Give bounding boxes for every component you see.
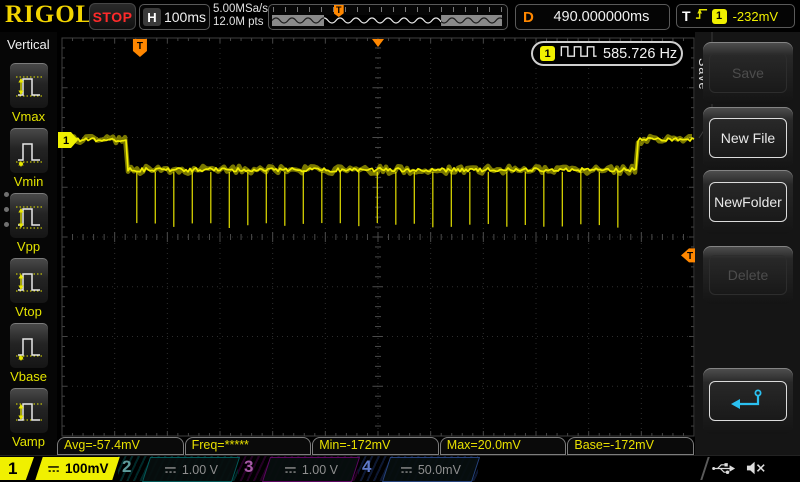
memory-depth: 12.0M pts [213, 16, 264, 28]
sidebar-item-label: Vmin [13, 174, 44, 189]
run-state-indicator: STOP [89, 3, 136, 30]
memory-position-bar: T [268, 4, 508, 30]
sidebar-item-label: Vamp [12, 434, 45, 449]
delay-label: D [523, 8, 534, 26]
channel-4-scale-badge[interactable]: 50.0mV [381, 457, 481, 482]
save-button-label: Save [709, 53, 787, 93]
square-wave-icon [560, 45, 598, 63]
sidebar-item-label: Vtop [15, 304, 42, 319]
timebase-value: 100ms [163, 9, 207, 25]
scope-grid: 1 T T [58, 37, 696, 437]
sidebar-title: Vertical [7, 37, 50, 52]
horizontal-timebase: H 100ms [139, 4, 210, 30]
channel-2-scale-badge[interactable]: 1.00 V [141, 457, 241, 482]
dc-coupling-icon [284, 466, 297, 474]
vtop-icon [8, 257, 49, 304]
channel-3-indicator[interactable]: 3 [244, 457, 253, 477]
sidebar-item-label: Vpp [16, 239, 41, 254]
dc-coupling-icon [400, 466, 413, 474]
channel-1-scale: 100mV [64, 461, 109, 476]
sidebar-item-vamp[interactable]: Vamp [0, 387, 57, 451]
channel-1-indicator[interactable]: 1 [0, 457, 34, 480]
new-folder-button[interactable]: NewFolder [703, 170, 793, 234]
vbase-icon [8, 322, 49, 369]
scope-display: 1 T T 1 585.726 Hz Avg=-57.4mV Freq=***** … [57, 32, 696, 455]
freq-value: 585.726 Hz [603, 45, 678, 62]
save-menu: Save Save New File NewFolder Delete [695, 32, 800, 455]
sample-rate: 5.00MSa/s [213, 3, 268, 15]
measurement-freq: Freq=***** [184, 437, 312, 455]
channel-4-scale: 50.0mV [418, 462, 462, 477]
usb-icon [712, 461, 736, 481]
channel-2-scale: 1.00 V [181, 462, 219, 477]
measurement-avg: Avg=-57.4mV [57, 437, 184, 455]
delete-button: Delete [703, 246, 793, 304]
horizontal-label: H [143, 8, 161, 26]
measurement-min: Min=-172mV [312, 437, 439, 455]
channel-1-scale-badge[interactable]: 100mV [35, 457, 120, 480]
channel-2-indicator[interactable]: 2 [122, 457, 131, 477]
trigger-status: T 1 -232mV [676, 4, 795, 28]
freq-counter-badge: 1 585.726 Hz [531, 41, 683, 66]
channel-4-indicator[interactable]: 4 [362, 457, 371, 477]
sidebar-item-vtop[interactable]: Vtop [0, 257, 57, 321]
sidebar-item-vbase[interactable]: Vbase [0, 322, 57, 386]
svg-text:T: T [687, 251, 693, 262]
return-button[interactable] [703, 368, 793, 434]
sidebar-item-vmin[interactable]: Vmin [0, 127, 57, 191]
dc-coupling-icon [164, 466, 177, 474]
svg-text:1: 1 [63, 135, 69, 147]
sidebar-item-label: Vbase [10, 369, 47, 384]
channel-3-scale-badge[interactable]: 1.00 V [261, 457, 361, 482]
vmax-icon [8, 62, 49, 109]
delay-readout: D 490.000000ms [515, 4, 670, 30]
menu-page-dots [4, 192, 9, 227]
delay-value: 490.000000ms [553, 9, 650, 25]
measure-sidebar: Vertical Vmax Vmin Vpp Vtop Vbase Vamp [0, 32, 57, 455]
statusbar-separator [700, 457, 710, 480]
channel-status-bar: 1 100mV 2 1.00 V 3 1.00 V 4 50.0mV [0, 455, 800, 482]
measurement-bar: Avg=-57.4mV Freq=***** Min=-172mV Max=20… [57, 437, 695, 455]
top-status-bar: RIGOL STOP H 100ms 5.00MSa/s 12.0M pts T… [0, 0, 800, 33]
new-file-button-label: New File [709, 118, 787, 158]
measurement-base: Base=-172mV [567, 437, 694, 455]
channel-3-scale: 1.00 V [301, 462, 339, 477]
vpp-icon [8, 192, 49, 239]
vmin-icon [8, 127, 49, 174]
new-folder-button-label: NewFolder [709, 182, 787, 222]
trigger-source-badge: 1 [711, 8, 727, 24]
trigger-label: T [682, 8, 691, 24]
acquisition-info: 5.00MSa/s 12.0M pts [213, 3, 268, 29]
delete-button-label: Delete [709, 255, 787, 295]
trigger-slope-icon [695, 7, 708, 25]
return-arrow-icon [709, 381, 787, 421]
freq-channel-badge: 1 [540, 46, 555, 61]
sidebar-item-vmax[interactable]: Vmax [0, 62, 57, 126]
sidebar-item-label: Vmax [11, 109, 46, 124]
memory-waveform [272, 15, 502, 26]
svg-text:T: T [137, 41, 143, 52]
dc-coupling-icon [47, 465, 60, 473]
vamp-icon [8, 387, 49, 434]
rigol-logo: RIGOL [5, 1, 94, 28]
save-button: Save [703, 42, 793, 104]
oscilloscope-screen: RIGOL STOP H 100ms 5.00MSa/s 12.0M pts T… [0, 0, 800, 482]
speaker-muted-icon [746, 460, 767, 481]
trigger-level-readout: -232mV [732, 8, 779, 24]
measurement-max: Max=20.0mV [439, 437, 567, 455]
memory-ticks [273, 7, 503, 12]
new-file-button[interactable]: New File [703, 107, 793, 169]
